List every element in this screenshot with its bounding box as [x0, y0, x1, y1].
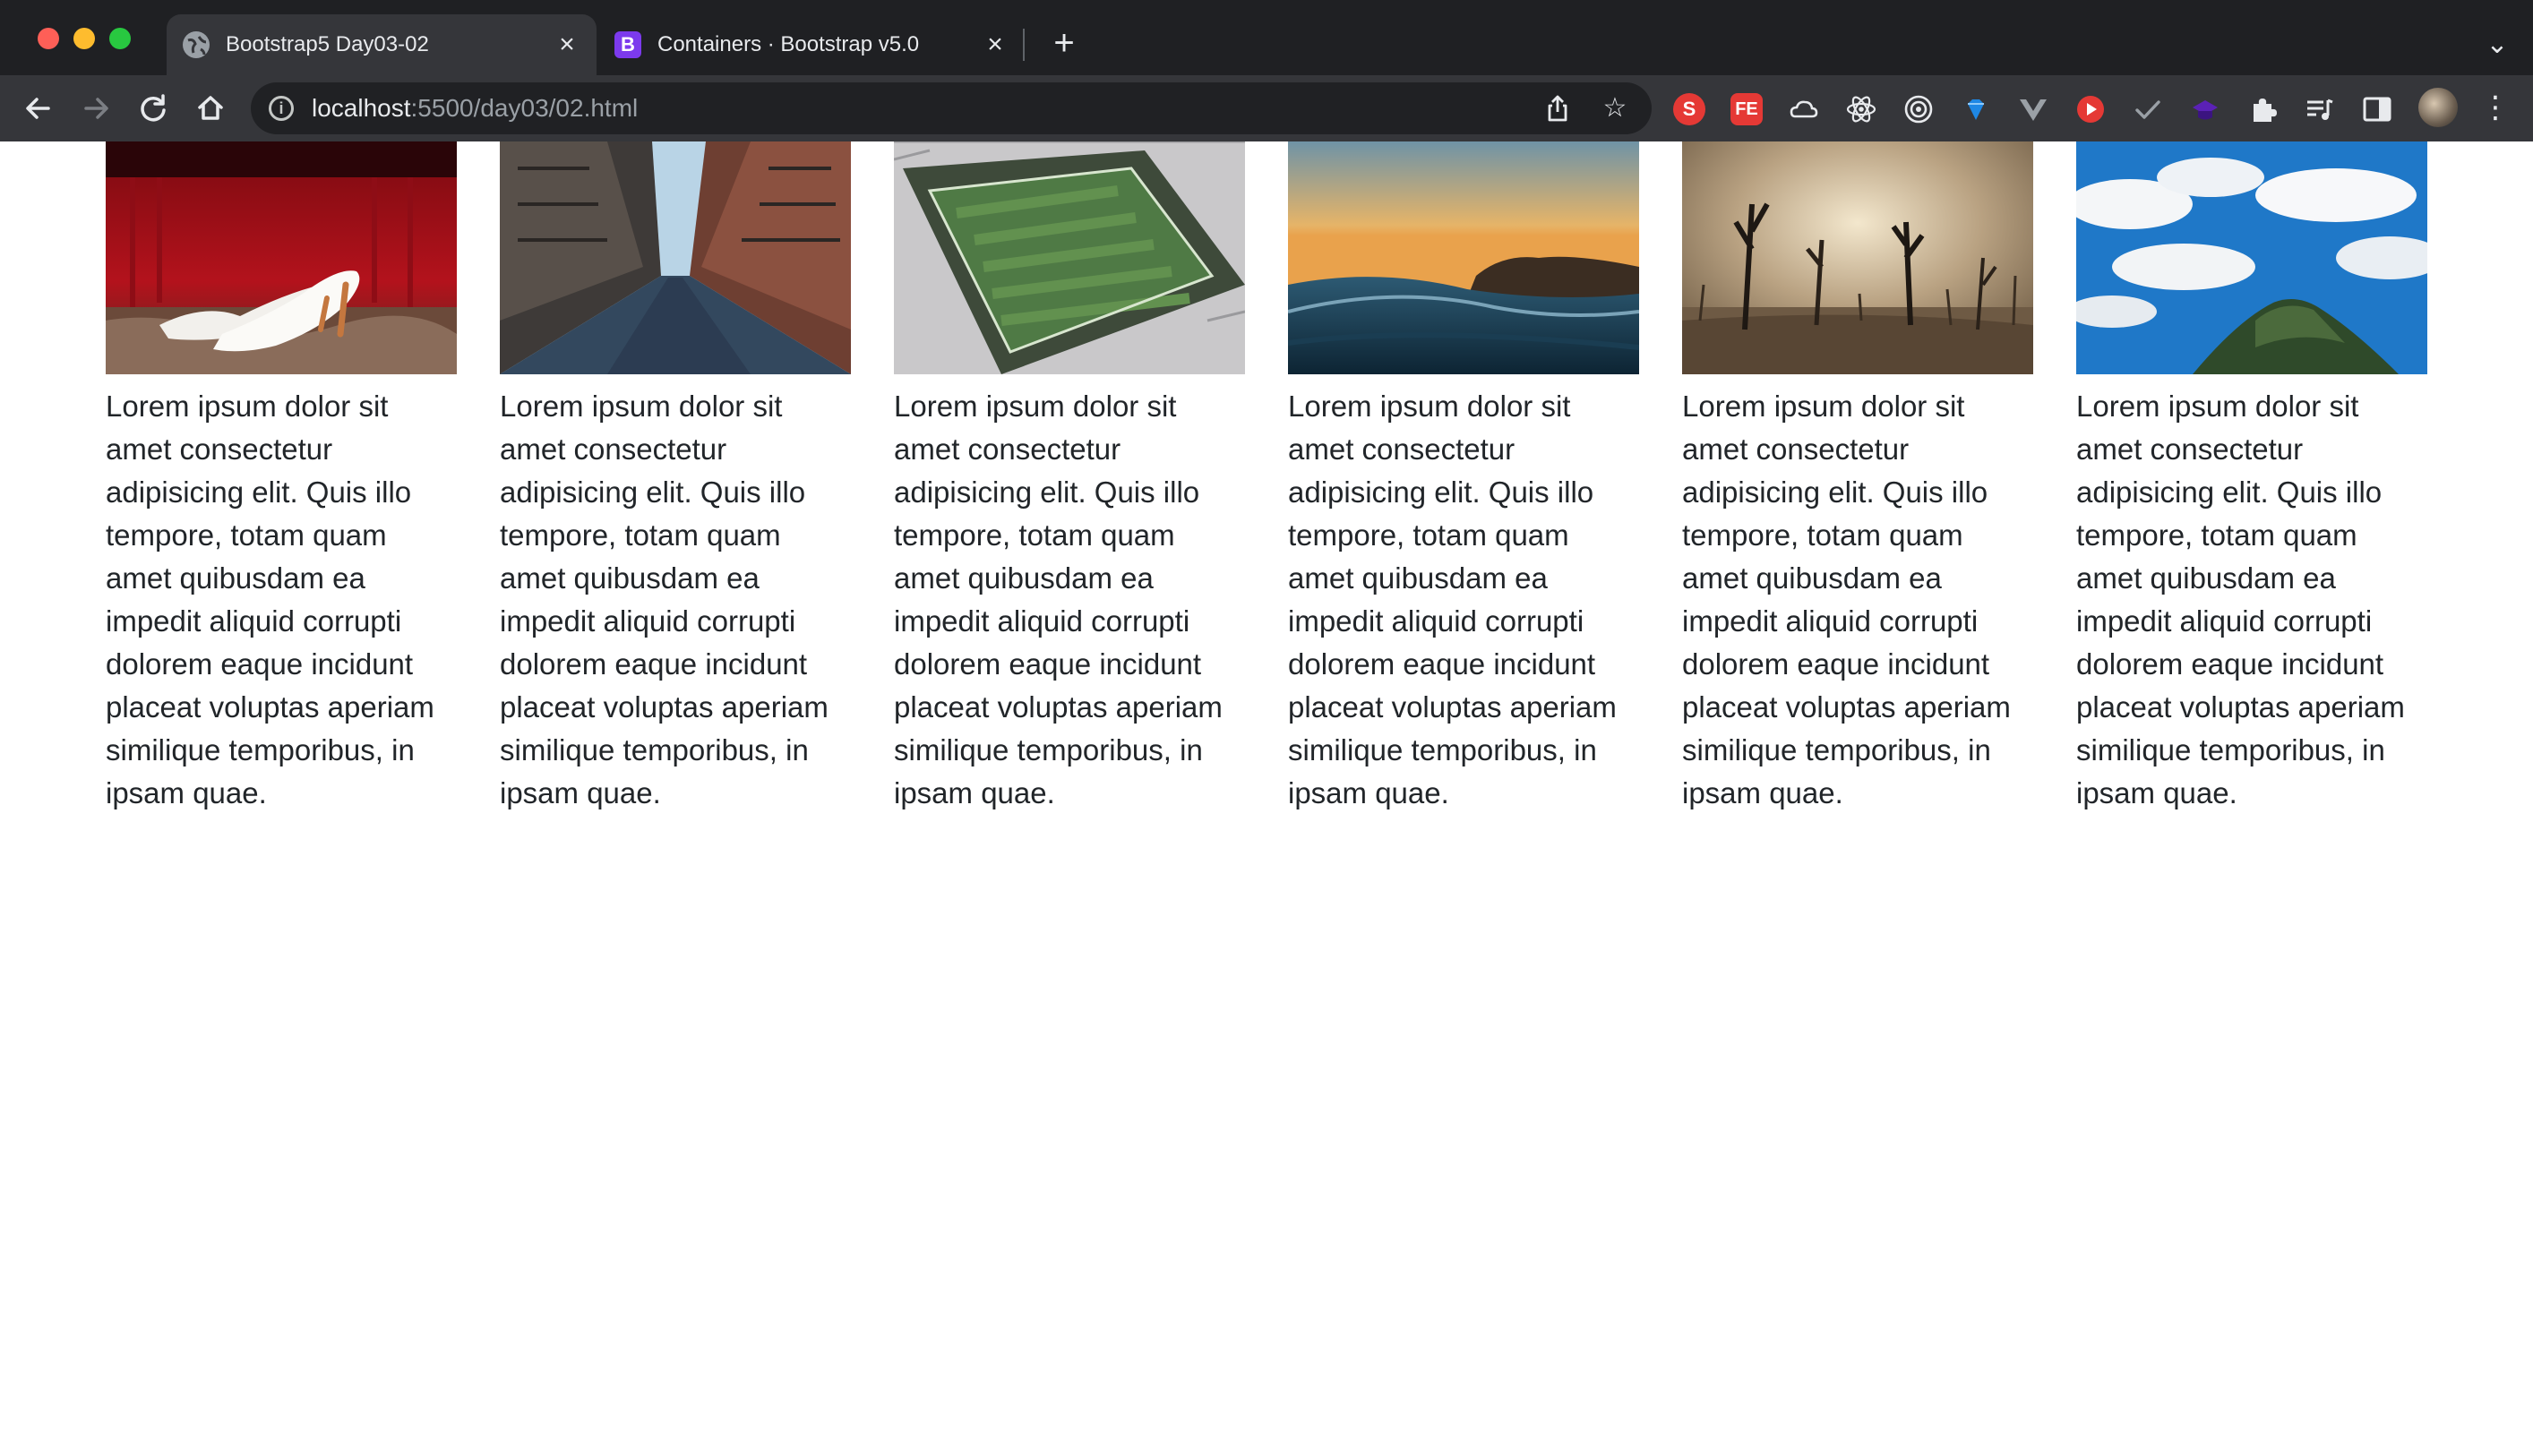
- browser-toolbar: i localhost:5500/day03/02.html ☆ S FE 5: [0, 75, 2533, 206]
- reload-button[interactable]: [133, 88, 174, 129]
- bookmark-star-icon[interactable]: ☆: [1598, 91, 1632, 125]
- check-extension-icon[interactable]: [2132, 93, 2164, 125]
- arrow-right-icon: [84, 98, 108, 119]
- card-text: Lorem ipsum dolor sit amet consectetur a…: [1682, 390, 2011, 809]
- site-info-icon[interactable]: i: [269, 96, 294, 121]
- card-text: Lorem ipsum dolor sit amet consectetur a…: [500, 390, 829, 809]
- tab-containers-bootstrap[interactable]: B Containers · Bootstrap v5.0 ×: [598, 14, 1025, 75]
- youtube-extension-icon[interactable]: [2074, 93, 2107, 125]
- card-text: Lorem ipsum dolor sit amet consectetur a…: [106, 390, 434, 809]
- profile-avatar[interactable]: [2418, 88, 2458, 127]
- photo-card: Lorem ipsum dolor sit amet consectetur a…: [1288, 141, 1639, 815]
- photo-card: Lorem ipsum dolor sit amet consectetur a…: [894, 141, 1245, 815]
- card-image: [2076, 141, 2427, 374]
- side-panel-icon[interactable]: [2361, 93, 2393, 125]
- back-button[interactable]: [18, 88, 59, 129]
- photo-card: Lorem ipsum dolor sit amet consectetur a…: [500, 141, 851, 815]
- tab-bootstrap5-day03-02[interactable]: Bootstrap5 Day03-02 ×: [167, 14, 597, 75]
- minimize-window-button[interactable]: [73, 28, 95, 49]
- fullscreen-window-button[interactable]: [109, 28, 131, 49]
- target-extension-icon[interactable]: [1902, 93, 1935, 125]
- puzzle-extensions-icon[interactable]: [2246, 93, 2279, 125]
- browser-menu-icon[interactable]: ⋮: [2477, 88, 2513, 127]
- media-controls-icon[interactable]: [2304, 93, 2336, 125]
- url-host: localhost: [312, 94, 411, 122]
- close-window-button[interactable]: [38, 28, 59, 49]
- card-image: [894, 141, 1245, 374]
- react-devtools-icon[interactable]: [1845, 93, 1877, 125]
- card-image: [1682, 141, 2033, 374]
- card-image: [500, 141, 851, 374]
- cloud-extension-icon[interactable]: [1788, 93, 1820, 125]
- home-button[interactable]: [190, 88, 231, 129]
- forward-button[interactable]: [75, 88, 116, 129]
- tab-divider: [1023, 29, 1025, 61]
- arrow-left-icon: [26, 98, 50, 119]
- card-text: Lorem ipsum dolor sit amet consectetur a…: [1288, 390, 1617, 809]
- browser-tab-bar: Bootstrap5 Day03-02 × B Containers · Boo…: [0, 0, 2533, 75]
- photo-card: Lorem ipsum dolor sit amet consectetur a…: [1682, 141, 2033, 815]
- card-image: [106, 141, 457, 374]
- card-text: Lorem ipsum dolor sit amet consectetur a…: [2076, 390, 2405, 809]
- bootstrap-icon: B: [614, 31, 641, 58]
- url-path: :5500/day03/02.html: [410, 94, 639, 122]
- close-tab-icon[interactable]: ×: [982, 30, 1009, 59]
- page-content: Lorem ipsum dolor sit amet consectetur a…: [0, 141, 2533, 1456]
- share-icon[interactable]: [1541, 91, 1575, 125]
- card-text: Lorem ipsum dolor sit amet consectetur a…: [894, 390, 1223, 809]
- card-image: [1288, 141, 1639, 374]
- new-tab-button[interactable]: +: [1046, 25, 1082, 61]
- fe-extension-icon[interactable]: FE: [1730, 93, 1763, 125]
- tab-title: Containers · Bootstrap v5.0: [657, 32, 920, 56]
- tab-title: Bootstrap5 Day03-02: [226, 32, 429, 56]
- close-tab-icon[interactable]: ×: [554, 30, 580, 59]
- home-icon: [198, 96, 223, 120]
- photo-card: Lorem ipsum dolor sit amet consectetur a…: [2076, 141, 2427, 815]
- vue-devtools-icon[interactable]: [2017, 93, 2049, 125]
- photo-card: Lorem ipsum dolor sit amet consectetur a…: [106, 141, 457, 815]
- tab-search-chevron-icon[interactable]: ⌄: [2479, 27, 2515, 63]
- s-extension-icon[interactable]: S: [1673, 93, 1705, 125]
- address-bar[interactable]: i localhost:5500/day03/02.html ☆: [251, 82, 1652, 134]
- globe-icon: [183, 31, 210, 58]
- gem-extension-icon[interactable]: [1960, 93, 1992, 125]
- purple-extension-icon[interactable]: [2189, 93, 2221, 125]
- reload-icon: [141, 94, 166, 122]
